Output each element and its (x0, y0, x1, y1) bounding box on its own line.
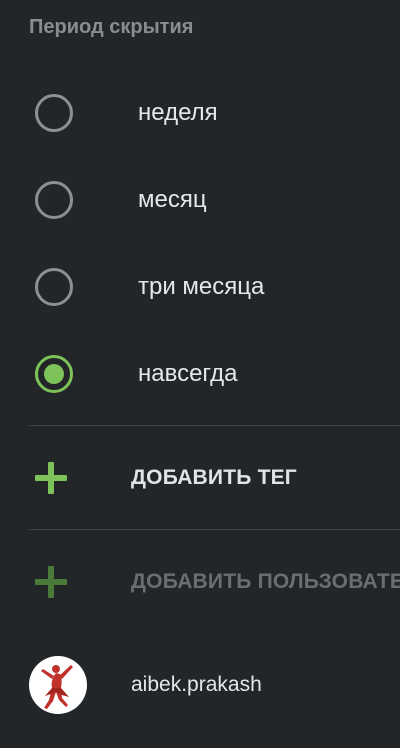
add-tag-button[interactable]: ДОБАВИТЬ ТЕГ (0, 446, 400, 510)
radio-option-month[interactable]: месяц (0, 170, 400, 230)
radio-dot (44, 364, 64, 384)
divider (29, 425, 400, 426)
radio-unchecked-icon[interactable] (35, 94, 73, 132)
radio-label-three-months: три месяца (138, 273, 265, 300)
plus-icon (35, 566, 67, 598)
section-title: Период скрытия (29, 16, 194, 38)
add-user-button[interactable]: ДОБАВИТЬ ПОЛЬЗОВАТЕЛЯ (0, 550, 400, 614)
radio-option-forever[interactable]: навсегда (0, 344, 400, 404)
radio-label-month: месяц (138, 186, 207, 213)
add-user-label: ДОБАВИТЬ ПОЛЬЗОВАТЕЛЯ (131, 570, 400, 593)
divider (29, 529, 400, 530)
radio-label-forever: навсегда (138, 360, 238, 387)
user-list-item[interactable]: aibek.prakash (0, 654, 400, 716)
user-name: aibek.prakash (131, 673, 262, 696)
radio-option-three-months[interactable]: три месяца (0, 257, 400, 317)
add-tag-label: ДОБАВИТЬ ТЕГ (131, 466, 297, 489)
radio-label-week: неделя (138, 99, 218, 126)
plus-icon (35, 462, 67, 494)
dancer-silhouette-icon (41, 665, 73, 709)
hide-period-screen: Период скрытия неделя месяц три месяца н… (0, 0, 400, 748)
radio-checked-icon[interactable] (35, 355, 73, 393)
radio-unchecked-icon[interactable] (35, 181, 73, 219)
avatar (29, 656, 87, 714)
radio-unchecked-icon[interactable] (35, 268, 73, 306)
radio-option-week[interactable]: неделя (0, 83, 400, 143)
